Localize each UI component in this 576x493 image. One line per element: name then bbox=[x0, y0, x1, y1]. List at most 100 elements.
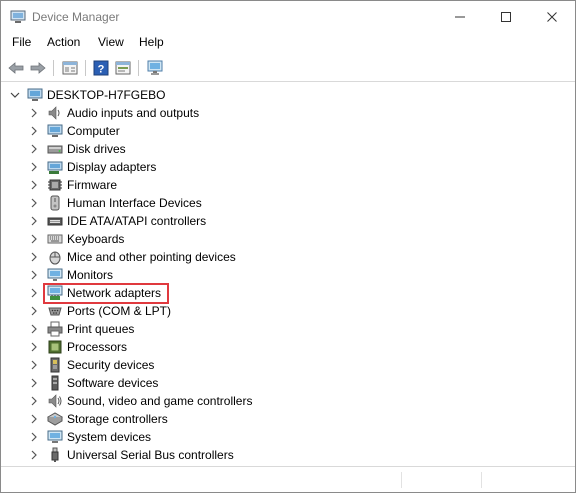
tree-item-label: Monitors bbox=[67, 268, 114, 282]
device-tree[interactable]: DESKTOP-H7FGEBO Audio inputs and outputs… bbox=[1, 82, 575, 465]
device-manager-window: Device Manager File Action View Help ? D… bbox=[0, 0, 576, 493]
toolbar-separator bbox=[53, 60, 54, 76]
tree-item-software-devices[interactable]: Software devices bbox=[1, 374, 561, 392]
tree-item-sound-video-and-game-controllers[interactable]: Sound, video and game controllers bbox=[1, 392, 561, 410]
minimize-icon bbox=[455, 16, 465, 18]
tree-item-label: Universal Serial Bus controllers bbox=[67, 448, 234, 462]
tree-item-security-devices[interactable]: Security devices bbox=[1, 356, 561, 374]
computer-icon bbox=[27, 87, 43, 103]
tree-item-monitors[interactable]: Monitors bbox=[1, 266, 561, 284]
chevron-right-icon[interactable] bbox=[29, 396, 39, 406]
chevron-right-icon[interactable] bbox=[29, 378, 39, 388]
tree-root-node[interactable]: DESKTOP-H7FGEBO bbox=[1, 86, 561, 104]
menu-help[interactable]: Help bbox=[139, 35, 164, 49]
help-button[interactable]: ? bbox=[92, 59, 110, 77]
security-device-icon bbox=[47, 357, 63, 373]
tree-item-processors[interactable]: Processors bbox=[1, 338, 561, 356]
display-adapter-icon bbox=[47, 159, 63, 175]
tree-item-label: Security devices bbox=[67, 358, 155, 372]
tree-item-label: Print queues bbox=[67, 322, 135, 336]
tree-item-label: System devices bbox=[67, 430, 152, 444]
chevron-right-icon[interactable] bbox=[29, 198, 39, 208]
maximize-button[interactable] bbox=[483, 1, 529, 33]
tree-item-storage-controllers[interactable]: Storage controllers bbox=[1, 410, 561, 428]
sound-icon bbox=[47, 393, 63, 409]
tree-item-label: Computer bbox=[67, 124, 120, 138]
tree-item-label: Audio inputs and outputs bbox=[67, 106, 200, 120]
title-bar[interactable]: Device Manager bbox=[1, 1, 575, 33]
tree-item-universal-serial-bus-controllers[interactable]: Universal Serial Bus controllers bbox=[1, 446, 561, 464]
minimize-button[interactable] bbox=[437, 1, 483, 33]
chevron-right-icon[interactable] bbox=[29, 126, 39, 136]
tree-item-audio-inputs-and-outputs[interactable]: Audio inputs and outputs bbox=[1, 104, 561, 122]
computer-monitor-icon bbox=[47, 123, 63, 139]
keyboard-icon bbox=[47, 231, 63, 247]
system-device-icon bbox=[47, 429, 63, 445]
chevron-right-icon[interactable] bbox=[29, 144, 39, 154]
chevron-right-icon[interactable] bbox=[29, 306, 39, 316]
usb-icon bbox=[47, 447, 63, 463]
firmware-chip-icon bbox=[47, 177, 63, 193]
chevron-right-icon[interactable] bbox=[29, 108, 39, 118]
tree-item-label: Display adapters bbox=[67, 160, 157, 174]
chevron-right-icon[interactable] bbox=[29, 162, 39, 172]
back-arrow-icon bbox=[8, 62, 24, 74]
storage-controller-icon bbox=[46, 411, 64, 427]
scan-hardware-icon bbox=[147, 60, 163, 75]
tree-item-computer[interactable]: Computer bbox=[1, 122, 561, 140]
tree-item-label: Human Interface Devices bbox=[67, 196, 202, 210]
chevron-right-icon[interactable] bbox=[29, 234, 39, 244]
properties-button[interactable] bbox=[61, 59, 79, 77]
forward-button[interactable] bbox=[29, 59, 47, 77]
chevron-right-icon[interactable] bbox=[29, 270, 39, 280]
tree-item-print-queues[interactable]: Print queues bbox=[1, 320, 561, 338]
chevron-right-icon[interactable] bbox=[29, 180, 39, 190]
close-button[interactable] bbox=[529, 1, 575, 33]
scan-hardware-button[interactable] bbox=[146, 59, 164, 77]
tree-item-label: IDE ATA/ATAPI controllers bbox=[67, 214, 207, 228]
tree-item-keyboards[interactable]: Keyboards bbox=[1, 230, 561, 248]
chevron-right-icon[interactable] bbox=[29, 432, 39, 442]
update-driver-button[interactable] bbox=[114, 59, 132, 77]
forward-arrow-icon bbox=[30, 62, 46, 74]
status-cell bbox=[481, 472, 482, 488]
chevron-right-icon[interactable] bbox=[29, 324, 39, 334]
tree-item-label: Keyboards bbox=[67, 232, 125, 246]
menu-bar: File Action View Help bbox=[1, 33, 575, 53]
close-icon bbox=[547, 12, 557, 22]
tree-item-ide-ata-atapi-controllers[interactable]: IDE ATA/ATAPI controllers bbox=[1, 212, 561, 230]
chevron-down-icon[interactable] bbox=[10, 90, 20, 100]
chevron-right-icon[interactable] bbox=[29, 288, 39, 298]
menu-view[interactable]: View bbox=[98, 35, 124, 49]
update-driver-icon bbox=[115, 61, 131, 75]
tree-item-mice-and-other-pointing-devices[interactable]: Mice and other pointing devices bbox=[1, 248, 561, 266]
tree-item-label: Mice and other pointing devices bbox=[67, 250, 236, 264]
printer-icon bbox=[47, 321, 63, 337]
chevron-right-icon[interactable] bbox=[29, 252, 39, 262]
monitor-icon bbox=[47, 267, 63, 283]
tree-item-display-adapters[interactable]: Display adapters bbox=[1, 158, 561, 176]
chevron-right-icon[interactable] bbox=[29, 342, 39, 352]
back-button[interactable] bbox=[7, 59, 25, 77]
tree-item-label: Firmware bbox=[67, 178, 117, 192]
hid-icon bbox=[47, 195, 63, 211]
software-device-icon bbox=[47, 375, 63, 391]
tree-root-label: DESKTOP-H7FGEBO bbox=[47, 88, 166, 102]
chevron-right-icon[interactable] bbox=[29, 414, 39, 424]
tree-item-human-interface-devices[interactable]: Human Interface Devices bbox=[1, 194, 561, 212]
ide-controller-icon bbox=[47, 213, 63, 229]
menu-file[interactable]: File bbox=[12, 35, 31, 49]
network-adapters-highlight bbox=[43, 283, 169, 304]
tree-item-ports-com-lpt[interactable]: Ports (COM & LPT) bbox=[1, 302, 561, 320]
chevron-right-icon[interactable] bbox=[29, 216, 39, 226]
tree-item-system-devices[interactable]: System devices bbox=[1, 428, 561, 446]
tree-item-label: Processors bbox=[67, 340, 128, 354]
tree-item-disk-drives[interactable]: Disk drives bbox=[1, 140, 561, 158]
tree-item-firmware[interactable]: Firmware bbox=[1, 176, 561, 194]
chevron-right-icon[interactable] bbox=[29, 450, 39, 460]
window-title: Device Manager bbox=[32, 10, 120, 24]
chevron-right-icon[interactable] bbox=[29, 360, 39, 370]
menu-action[interactable]: Action bbox=[47, 35, 80, 49]
svg-text:?: ? bbox=[98, 64, 105, 76]
tree-item-label: Disk drives bbox=[67, 142, 126, 156]
